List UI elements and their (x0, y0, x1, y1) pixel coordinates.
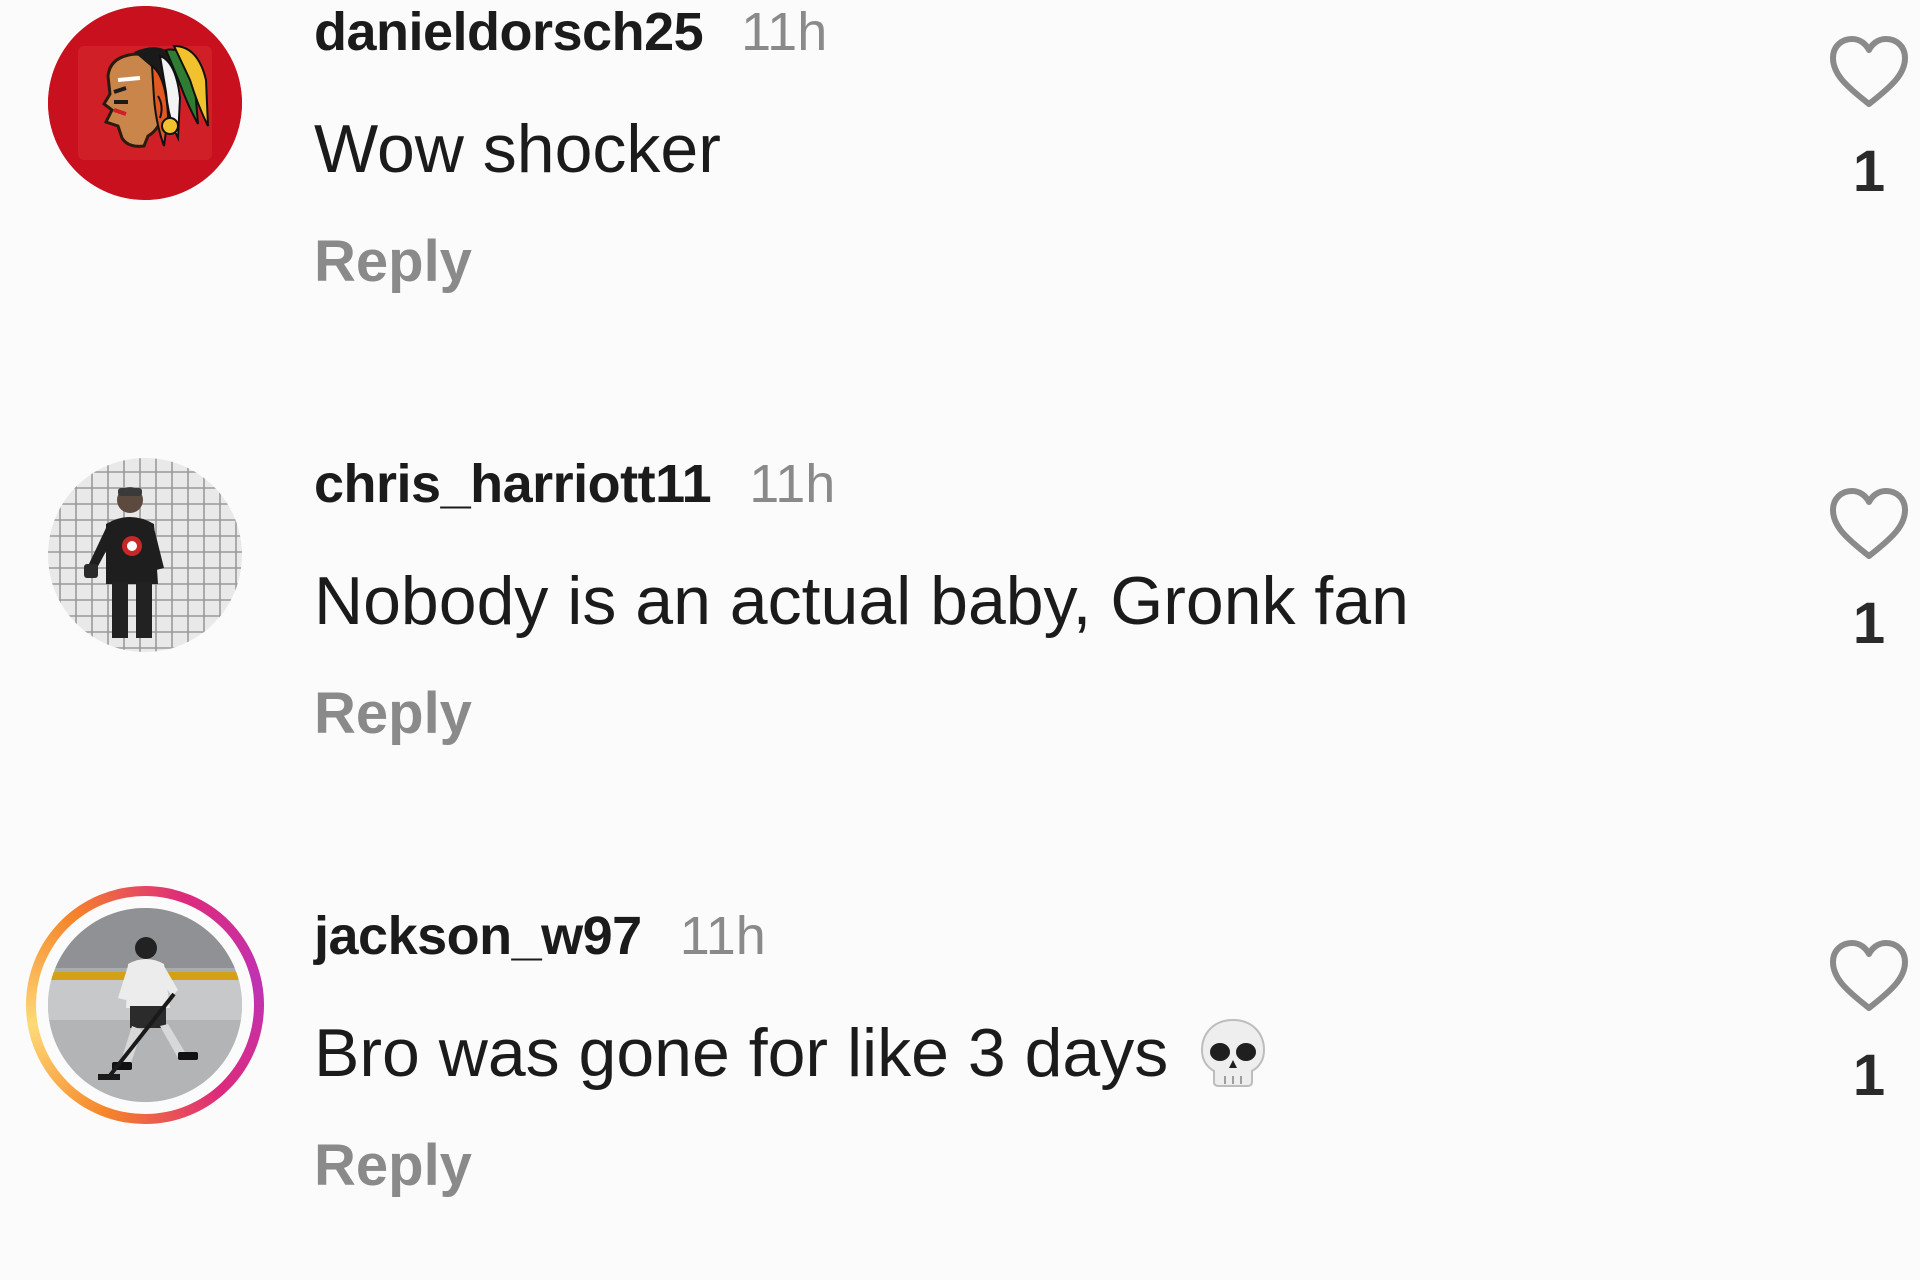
reply-button[interactable]: Reply (314, 228, 472, 295)
reply-button[interactable]: Reply (314, 680, 472, 747)
story-ring[interactable] (26, 886, 264, 1124)
comment-item: jackson_w97 11h Bro was gone for like 3 … (0, 886, 1920, 1264)
like-count: 1 (1852, 1043, 1886, 1108)
avatar[interactable] (48, 908, 242, 1102)
story-ring-gap (36, 896, 254, 1114)
heart-outline-icon[interactable] (1828, 486, 1910, 562)
like-count: 1 (1852, 139, 1886, 204)
like-button[interactable]: 1 (1820, 480, 1920, 660)
comment-header: jackson_w97 11h (314, 904, 766, 968)
hockey-team-logo-avatar (48, 6, 242, 200)
username[interactable]: jackson_w97 (314, 905, 642, 967)
comment-body: Wow shocker (314, 111, 721, 187)
timestamp: 11h (749, 454, 836, 514)
username[interactable]: danieldorsch25 (314, 1, 704, 63)
like-count: 1 (1852, 591, 1886, 656)
like-button[interactable]: 1 (1820, 28, 1920, 208)
username[interactable]: chris_harriott11 (314, 453, 712, 515)
heart-outline-icon[interactable] (1828, 938, 1910, 1014)
comment-item: chris_harriott11 11h Nobody is an actual… (0, 452, 1920, 812)
comment-list: danieldorsch25 11h Wow shocker Reply 1 c… (0, 0, 1920, 1280)
comment-text: Nobody is an actual baby, Gronk fan (314, 562, 1409, 640)
timestamp: 11h (679, 906, 766, 966)
comment-body: Nobody is an actual baby, Gronk fan (314, 563, 1409, 639)
goalie-net-photo-avatar (48, 458, 242, 652)
comment-body: Bro was gone for like 3 days (314, 1015, 1169, 1091)
heart-outline-icon[interactable] (1828, 34, 1910, 110)
avatar[interactable] (48, 6, 242, 200)
like-button[interactable]: 1 (1820, 932, 1920, 1112)
comment-header: danieldorsch25 11h (314, 0, 827, 64)
hockey-player-photo-avatar (48, 908, 242, 1102)
avatar[interactable] (48, 458, 242, 652)
skull-emoji-icon (1201, 1018, 1266, 1087)
reply-button[interactable]: Reply (314, 1132, 472, 1199)
timestamp: 11h (741, 2, 828, 62)
comment-text: Bro was gone for like 3 days (314, 1014, 1270, 1092)
comment-text: Wow shocker (314, 110, 721, 188)
comment-item: danieldorsch25 11h Wow shocker Reply 1 (0, 0, 1920, 360)
comment-header: chris_harriott11 11h (314, 452, 835, 516)
